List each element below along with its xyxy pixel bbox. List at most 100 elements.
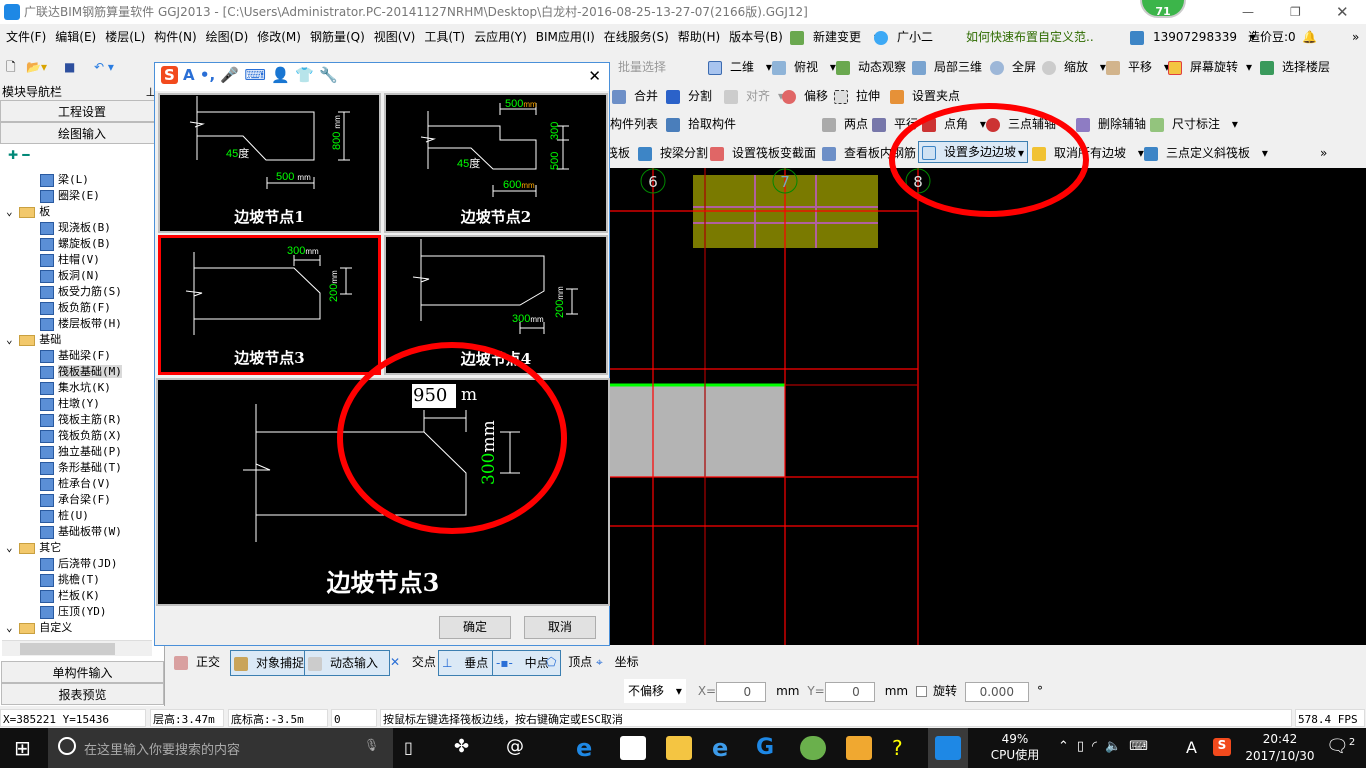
top-view-button[interactable]: 俯视 ▾	[772, 55, 836, 79]
tree-item[interactable]: 独立基础(P)	[0, 444, 164, 460]
slope-node-4-tile[interactable]: 边坡节点4	[384, 235, 608, 375]
three-point-slope-button[interactable]: 三点定义斜筏板 ▾	[1144, 141, 1268, 165]
notes-app-icon[interactable]	[846, 736, 872, 760]
glodon-icon[interactable]: G	[756, 736, 782, 760]
fan-app-icon[interactable]: ✤	[454, 736, 469, 757]
cancel-button[interactable]: 取消	[524, 616, 596, 639]
microphone-icon[interactable]: 🎤	[220, 66, 239, 84]
split-button[interactable]: 分割	[666, 84, 720, 108]
font-icon[interactable]: A	[183, 66, 195, 84]
tree-item[interactable]: 筏板主筋(R)	[0, 412, 164, 428]
microphone-icon[interactable]: 🎙	[364, 738, 379, 752]
menu-item[interactable]: 帮助(H)	[678, 30, 720, 44]
tree-item[interactable]: 后浇带(JD)	[0, 556, 164, 572]
tree-item[interactable]: 柱墩(Y)	[0, 396, 164, 412]
sogou-icon[interactable]: S	[161, 66, 178, 84]
tree-scrollbar[interactable]	[2, 640, 152, 656]
zoom-button[interactable]: 缩放 ▾	[1042, 55, 1106, 79]
y-offset-input[interactable]: 0	[824, 681, 875, 702]
report-preview-button[interactable]: 报表预览	[1, 683, 164, 705]
slope-node-2-tile[interactable]: 边坡节点2	[384, 93, 608, 233]
slope-dropdown[interactable]: ▾	[1018, 141, 1024, 165]
stretch-button[interactable]: 拉伸	[834, 84, 888, 108]
offset-button[interactable]: 偏移	[782, 84, 836, 108]
batch-select-button[interactable]: 批量选择	[618, 55, 666, 79]
open-file-icon[interactable]: 📂▾	[26, 55, 47, 79]
offset-mode-select[interactable]: 不偏移 ▾	[624, 679, 686, 703]
menu-item[interactable]: 版本号(B)	[729, 30, 783, 44]
sogou-tray-icon[interactable]: S	[1213, 738, 1231, 756]
tree-item[interactable]: 承台梁(F)	[0, 492, 164, 508]
slope-node-3-tile[interactable]: 边坡节点3	[158, 235, 381, 375]
menu-item[interactable]: 绘图(D)	[206, 30, 249, 44]
tree-item[interactable]: 板洞(N)	[0, 268, 164, 284]
menu-item[interactable]: 在线服务(S)	[604, 30, 669, 44]
edge-icon[interactable]: e	[576, 736, 602, 760]
view-2d-button[interactable]: 二维 ▾	[708, 55, 772, 79]
slope-width-input[interactable]: 950	[412, 384, 458, 408]
menu-item[interactable]: 构件(N)	[154, 30, 196, 44]
parallel-button[interactable]: 平行	[872, 112, 926, 136]
tree-item[interactable]: 压顶(YD)	[0, 604, 164, 620]
help-app-icon[interactable]: ?	[892, 736, 918, 760]
punctuation-icon[interactable]: •,	[200, 66, 215, 84]
windows-start-icon[interactable]: ⊞	[14, 736, 31, 760]
drawing-input-button[interactable]: 绘图输入	[0, 122, 164, 144]
tree-item[interactable]: 现浇板(B)	[0, 220, 164, 236]
tree-item[interactable]: 集水坑(K)	[0, 380, 164, 396]
two-points-button[interactable]: 两点	[822, 112, 876, 136]
menu-item[interactable]: 楼层(L)	[105, 30, 145, 44]
tree-item[interactable]: 桩(U)	[0, 508, 164, 524]
menu-item[interactable]: BIM应用(I)	[536, 30, 595, 44]
tree-group[interactable]: ⌄ 基础	[0, 332, 164, 348]
menu-item[interactable]: 修改(M)	[257, 30, 301, 44]
new-file-icon[interactable]: 🗋	[6, 55, 16, 79]
skin-icon[interactable]: 👕	[295, 66, 314, 84]
set-section-button[interactable]: 设置筏板变截面	[710, 141, 824, 165]
tree-item[interactable]: 基础板带(W)	[0, 524, 164, 540]
menu-item[interactable]: 云应用(Y)	[474, 30, 527, 44]
close-button[interactable]: ✕	[1336, 0, 1349, 24]
tree-group[interactable]: ⌄ 板	[0, 204, 164, 220]
point-angle-button[interactable]: 点角 ▾	[922, 112, 986, 136]
menu-item[interactable]: 钢筋量(Q)	[310, 30, 365, 44]
cancel-slopes-button[interactable]: 取消所有边坡 ▾	[1032, 141, 1144, 165]
tree-item[interactable]: 筏板负筋(X)	[0, 428, 164, 444]
tree-item[interactable]: 板受力筋(S)	[0, 284, 164, 300]
project-settings-button[interactable]: 工程设置	[0, 100, 164, 122]
notification-center-icon[interactable]: 🗨2	[1326, 736, 1355, 757]
rotate-screen-button[interactable]: 屏幕旋转 ▾	[1168, 55, 1252, 79]
view-rebar-button[interactable]: 查看板内钢筋	[822, 141, 924, 165]
single-component-input-button[interactable]: 单构件输入	[1, 661, 164, 683]
tip-link[interactable]: 如何快速布置自定义范..	[966, 26, 1094, 48]
tree-item[interactable]: 板负筋(F)	[0, 300, 164, 316]
tray-icons[interactable]: ⌃▯◜🔈⌨	[1058, 739, 1156, 754]
green-app-icon[interactable]	[800, 736, 826, 760]
tree-item[interactable]: 栏板(K)	[0, 588, 164, 604]
app-notify-icon[interactable]: @	[506, 736, 524, 757]
align-button[interactable]: 对齐▾	[724, 84, 784, 108]
dimension-button[interactable]: 尺寸标注 ▾	[1150, 112, 1238, 136]
slab-button[interactable]: 筏板	[608, 141, 630, 165]
tree-item[interactable]: 挑檐(T)	[0, 572, 164, 588]
more-icon[interactable]: »	[1352, 26, 1359, 48]
task-view-icon[interactable]: ▯	[404, 738, 413, 757]
set-grip-button[interactable]: 设置夹点	[890, 84, 968, 108]
drawing-canvas[interactable]: 6 7 8	[608, 168, 1366, 645]
bell-icon[interactable]: 🔔	[1302, 26, 1317, 48]
perpendicular-toggle[interactable]: ⊥ 垂点	[438, 650, 501, 676]
merge-button[interactable]: 合并	[612, 84, 666, 108]
tree-item[interactable]: 圈梁(E)	[0, 188, 164, 204]
coordinate-toggle[interactable]: ⌖ 坐标	[596, 650, 647, 674]
ortho-toggle[interactable]: 正交	[174, 650, 228, 674]
pan-button[interactable]: 平移 ▾	[1106, 55, 1170, 79]
delete-axis-button[interactable]: 删除辅轴	[1076, 112, 1154, 136]
tree-item[interactable]: 柱帽(V)	[0, 252, 164, 268]
tree-item[interactable]: 桩承台(V)	[0, 476, 164, 492]
maximize-button[interactable]: ❐	[1290, 0, 1301, 24]
tree-item[interactable]: 筏板基础(M)	[0, 364, 164, 380]
file-explorer-icon[interactable]	[666, 736, 692, 760]
menu-item[interactable]: 编辑(E)	[55, 30, 96, 44]
more-icon[interactable]: »	[1320, 141, 1327, 165]
three-point-axis-button[interactable]: 三点辅轴	[986, 112, 1064, 136]
